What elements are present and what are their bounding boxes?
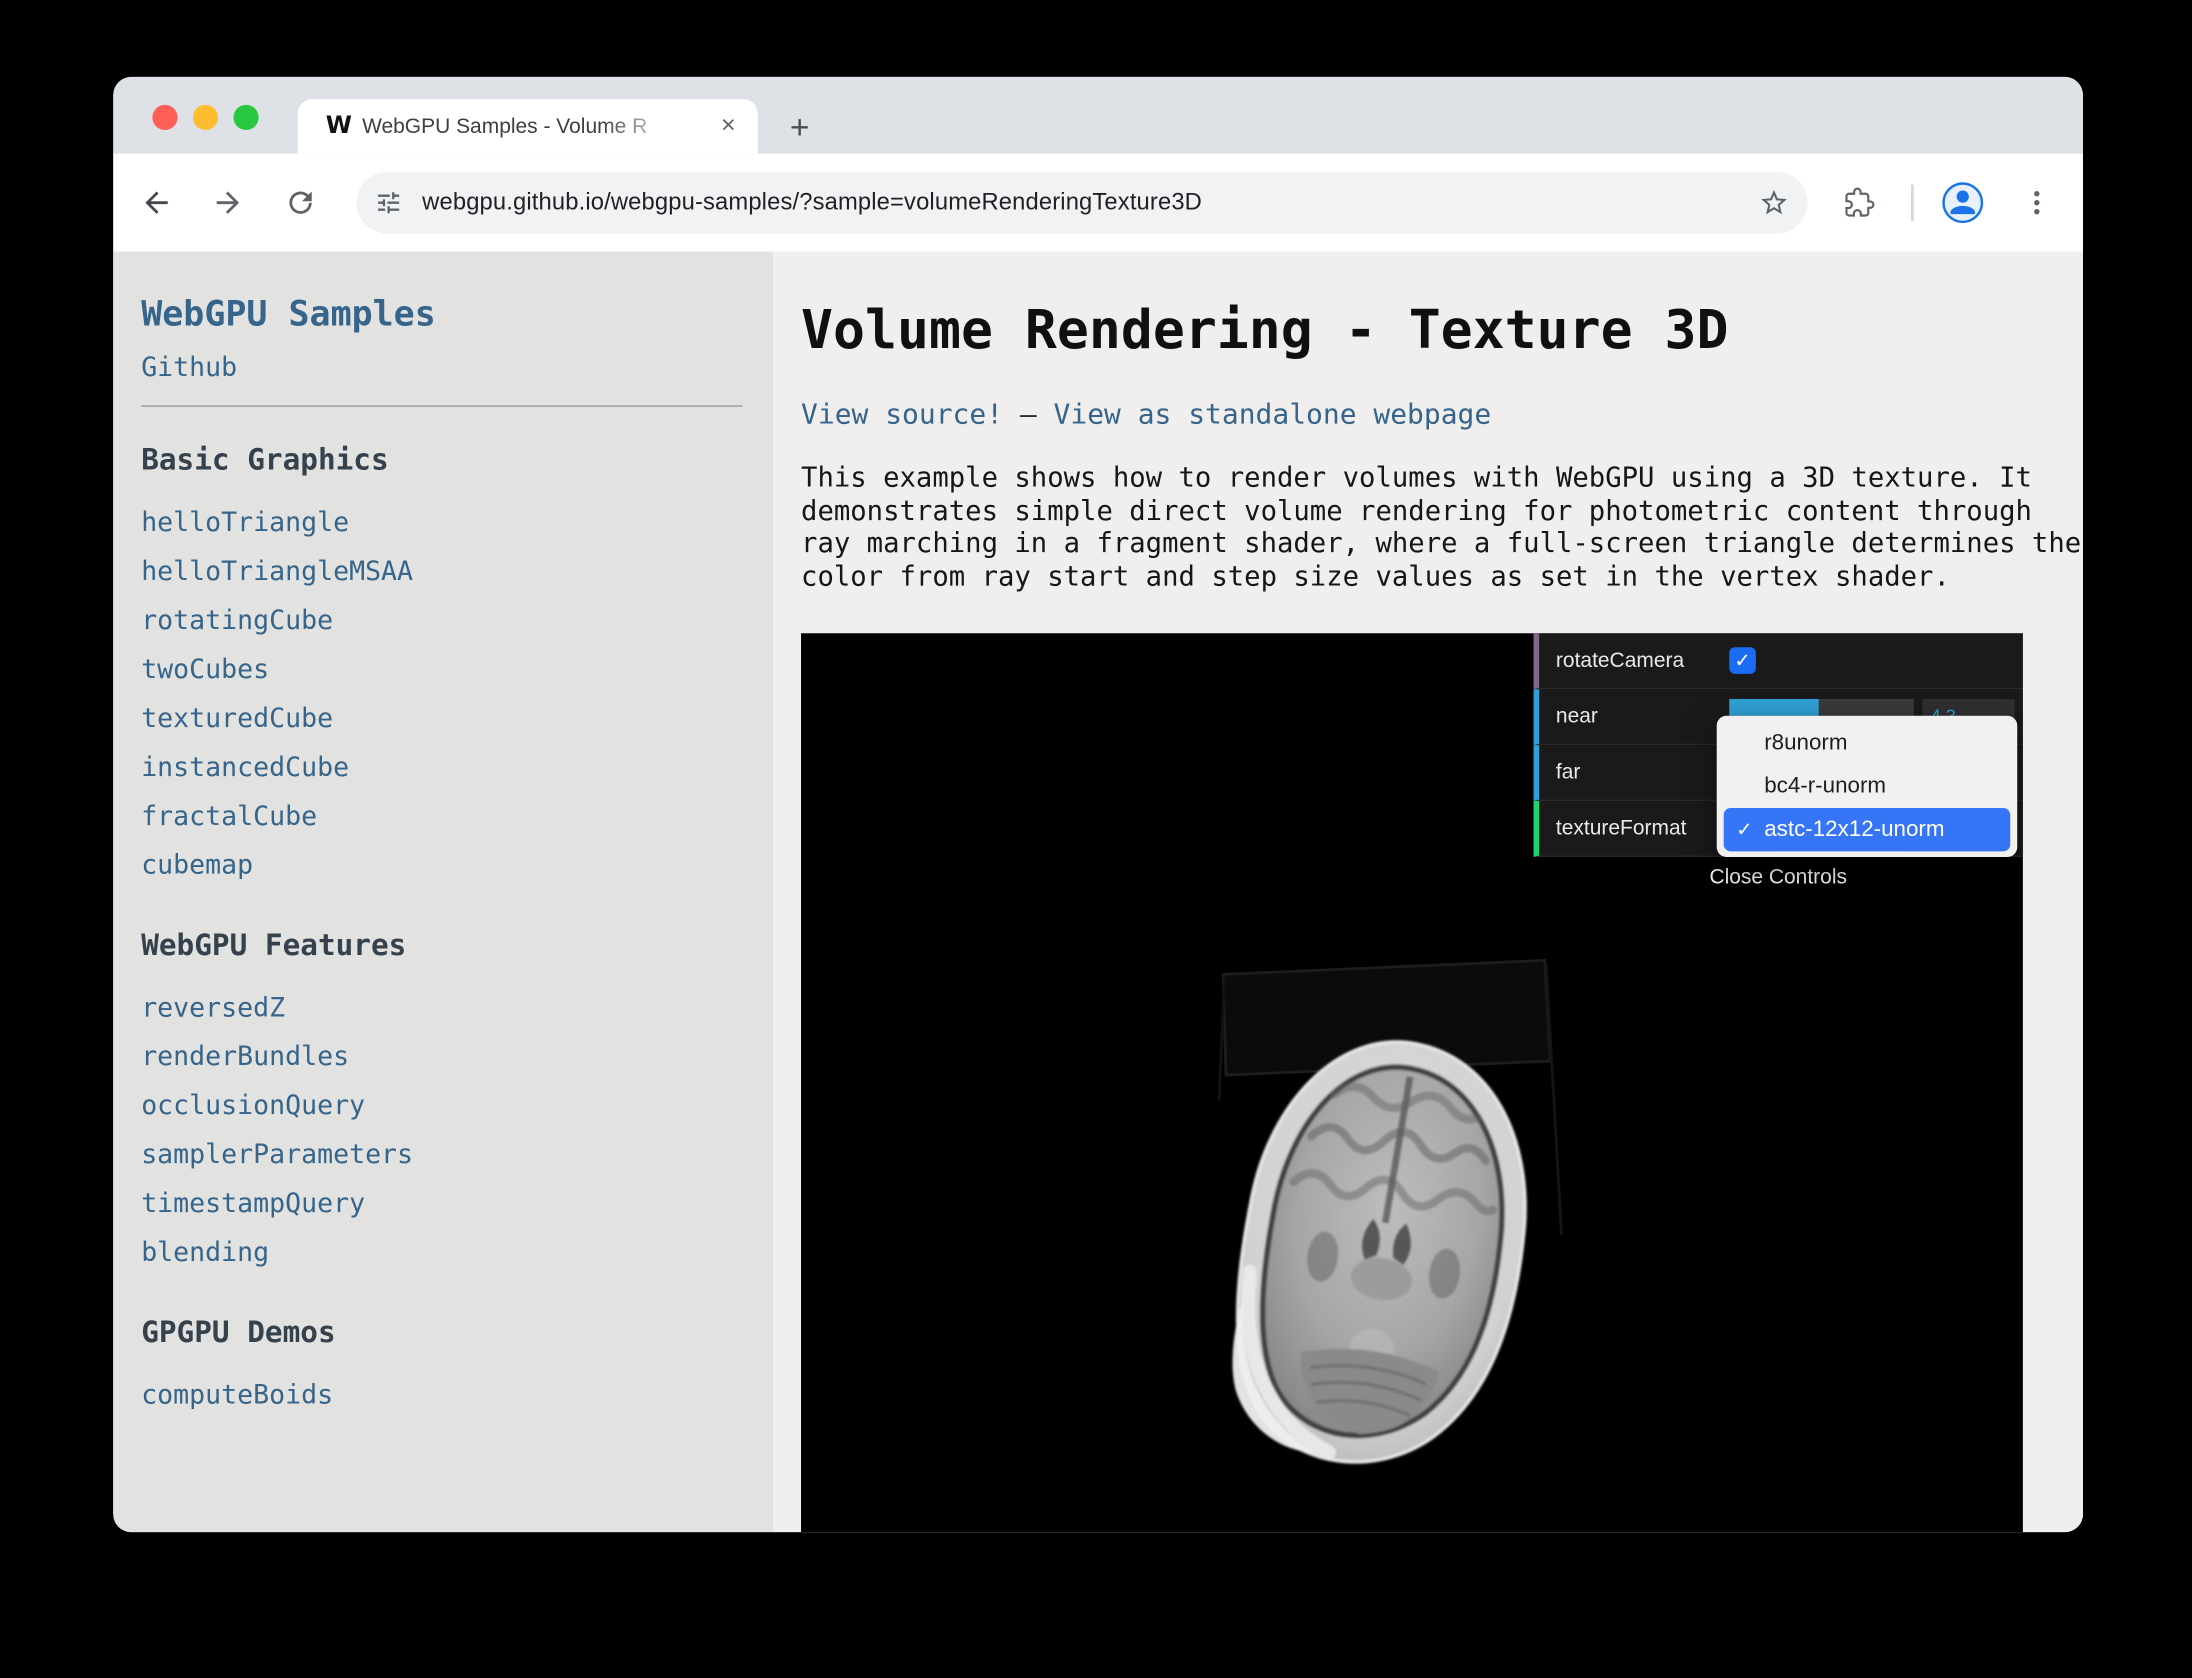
browser-window: W WebGPU Samples - Volume R × + <box>113 77 2083 1532</box>
dropdown-option-r8unorm[interactable]: r8unorm <box>1717 721 2018 764</box>
view-source-link[interactable]: View source! <box>801 397 1003 431</box>
gui-label-textureFormat: textureFormat <box>1556 816 1729 840</box>
gui-label-near: near <box>1556 705 1729 729</box>
sidebar-item-occlusionQuery[interactable]: occlusionQuery <box>141 1090 742 1121</box>
standalone-webpage-link[interactable]: View as standalone webpage <box>1054 397 1492 431</box>
gui-label-rotateCamera: rotateCamera <box>1556 649 1729 673</box>
sidebar-item-helloTriangleMSAA[interactable]: helloTriangleMSAA <box>141 556 742 587</box>
sidebar-item-cubemap[interactable]: cubemap <box>141 850 742 881</box>
reload-icon[interactable] <box>284 186 318 220</box>
sidebar-item-timestampQuery[interactable]: timestampQuery <box>141 1188 742 1219</box>
section-heading-basic-graphics: Basic Graphics <box>141 443 742 477</box>
mri-brain-render <box>1146 1011 1621 1514</box>
close-controls-button[interactable]: Close Controls <box>1534 857 2023 889</box>
sidebar-divider <box>141 405 742 406</box>
sidebar-item-helloTriangle[interactable]: helloTriangle <box>141 507 742 538</box>
sidebar-item-reversedZ[interactable]: reversedZ <box>141 993 742 1024</box>
page-content: WebGPU Samples Github Basic Graphics hel… <box>113 252 2083 1533</box>
dropdown-option-astc-selected[interactable]: ✓ astc-12x12-unorm <box>1724 808 2011 851</box>
sample-links: View source! — View as standalone webpag… <box>801 397 2083 431</box>
gui-row-rotateCamera: rotateCamera ✓ <box>1534 633 2023 689</box>
dropdown-option-label: astc-12x12-unorm <box>1764 818 1944 842</box>
webgpu-favicon-icon: W <box>326 99 352 154</box>
minimize-window-button[interactable] <box>193 105 218 130</box>
sidebar-item-twoCubes[interactable]: twoCubes <box>141 654 742 685</box>
address-bar[interactable]: webgpu.github.io/webgpu-samples/?sample=… <box>356 172 1807 234</box>
sidebar-item-computeBoids[interactable]: computeBoids <box>141 1380 742 1411</box>
sidebar-item-rotatingCube[interactable]: rotatingCube <box>141 605 742 636</box>
window-controls <box>152 105 258 130</box>
menu-kebab-icon[interactable] <box>2021 187 2052 218</box>
sidebar-item-instancedCube[interactable]: instancedCube <box>141 752 742 783</box>
new-tab-button[interactable]: + <box>780 109 819 148</box>
profile-avatar[interactable] <box>1942 182 1984 224</box>
page-title: Volume Rendering - Texture 3D <box>801 296 2083 363</box>
main-panel: Volume Rendering - Texture 3D View sourc… <box>773 252 2083 1533</box>
browser-tab[interactable]: W WebGPU Samples - Volume R × <box>298 99 758 154</box>
close-window-button[interactable] <box>152 105 177 130</box>
gui-label-far: far <box>1556 760 1729 784</box>
dropdown-option-bc4-r-unorm[interactable]: bc4-r-unorm <box>1717 765 2018 808</box>
zoom-window-button[interactable] <box>233 105 258 130</box>
section-heading-gpgpu-demos: GPGPU Demos <box>141 1315 742 1349</box>
github-link[interactable]: Github <box>141 352 742 383</box>
check-icon: ✓ <box>1736 808 1752 851</box>
sample-description: This example shows how to render volumes… <box>801 461 2083 593</box>
back-icon[interactable] <box>140 186 174 220</box>
links-separator: — <box>1020 397 1037 431</box>
render-canvas[interactable]: rotateCamera ✓ near 4.3 far <box>801 633 2023 1532</box>
site-settings-icon[interactable] <box>375 189 403 217</box>
bookmark-star-icon[interactable] <box>1759 187 1790 218</box>
browser-toolbar: webgpu.github.io/webgpu-samples/?sample=… <box>113 154 2083 252</box>
tab-title-fade <box>600 102 698 151</box>
screen: W WebGPU Samples - Volume R × + <box>0 0 2192 1678</box>
sidebar: WebGPU Samples Github Basic Graphics hel… <box>113 252 773 1533</box>
forward-icon[interactable] <box>211 186 245 220</box>
tab-strip: W WebGPU Samples - Volume R × + <box>113 77 2083 154</box>
tab-close-icon[interactable]: × <box>713 110 744 141</box>
texture-format-dropdown: r8unorm bc4-r-unorm ✓ astc-12x12-unorm <box>1717 716 2018 857</box>
sidebar-item-fractalCube[interactable]: fractalCube <box>141 801 742 832</box>
sidebar-item-renderBundles[interactable]: renderBundles <box>141 1041 742 1072</box>
sidebar-item-blending[interactable]: blending <box>141 1237 742 1268</box>
sidebar-item-samplerParameters[interactable]: samplerParameters <box>141 1139 742 1170</box>
url-text: webgpu.github.io/webgpu-samples/?sample=… <box>422 172 1202 234</box>
toolbar-divider <box>1911 185 1914 221</box>
sidebar-title: WebGPU Samples <box>141 294 742 335</box>
extensions-icon[interactable] <box>1844 187 1875 218</box>
sidebar-item-texturedCube[interactable]: texturedCube <box>141 703 742 734</box>
section-heading-webgpu-features: WebGPU Features <box>141 928 742 962</box>
rotate-camera-checkbox[interactable]: ✓ <box>1729 647 1756 674</box>
